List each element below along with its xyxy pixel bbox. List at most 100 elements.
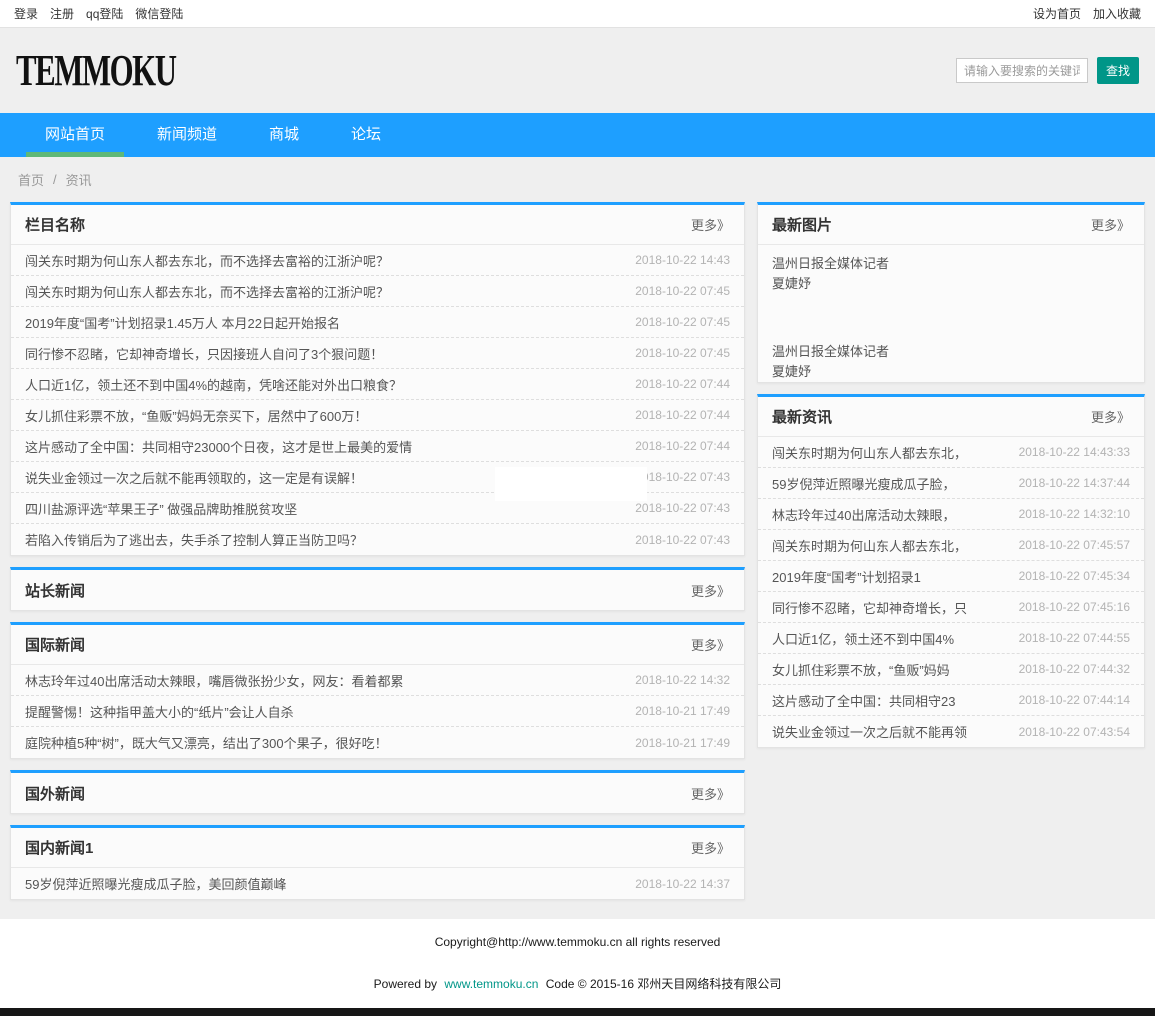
powered-by-line: Powered by www.temmoku.cn Code © 2015-16… <box>0 975 1155 1008</box>
news-date: 2018-10-22 14:43 <box>635 253 730 267</box>
news-datetime: 2018-10-22 07:44:14 <box>1019 693 1130 707</box>
section-header: 国外新闻 更多》 <box>11 773 744 813</box>
news-row: 人口近1亿，领土还不到中国4%的越南，凭啥还能对外出口粮食？ 2018-10-2… <box>11 369 744 400</box>
news-title[interactable]: 说失业金领过一次之后就不能再领 <box>772 722 967 741</box>
news-title[interactable]: 这片感动了全中国：共同相守23000个日夜，这才是世上最美的爱情 <box>25 437 412 456</box>
breadcrumb-home[interactable]: 首页 <box>18 170 44 189</box>
section-card-latest-news: 最新资讯 更多》 闯关东时期为何山东人都去东北， 2018-10-22 14:4… <box>757 394 1145 748</box>
news-datetime: 2018-10-22 07:44:32 <box>1019 662 1130 676</box>
news-title[interactable]: 这片感动了全中国：共同相守23 <box>772 691 955 710</box>
news-title[interactable]: 女儿抓住彩票不放，“鱼贩”妈妈无奈买下，居然中了600万！ <box>25 406 367 425</box>
site-logo[interactable]: TEMMOKU <box>16 45 176 96</box>
section-card-column-name: 栏目名称 更多》 闯关东时期为何山东人都去东北，而不选择去富裕的江浙沪呢？ 20… <box>10 202 745 556</box>
news-row: 人口近1亿，领土还不到中国4% 2018-10-22 07:44:55 <box>758 623 1144 654</box>
news-title[interactable]: 59岁倪萍近照曝光瘦成瓜子脸，美回颜值巅峰 <box>25 874 286 893</box>
powered-by-suffix: Code © 2015-16 邓州天目网络科技有限公司 <box>546 977 782 991</box>
news-row: 同行惨不忍睹，它却神奇增长，只 2018-10-22 07:45:16 <box>758 592 1144 623</box>
bottom-strip <box>0 1008 1155 1016</box>
footer: Copyright@http://www.temmoku.cn all righ… <box>0 919 1155 1016</box>
news-title[interactable]: 若陷入传销后为了逃出去，失手杀了控制人算正当防卫吗？ <box>25 530 363 549</box>
more-link[interactable]: 更多》 <box>691 215 730 234</box>
news-date: 2018-10-22 07:44 <box>635 377 730 391</box>
powered-by-prefix: Powered by <box>374 977 437 991</box>
section-header: 最新图片 更多》 <box>758 205 1144 245</box>
news-title[interactable]: 闯关东时期为何山东人都去东北，而不选择去富裕的江浙沪呢？ <box>25 282 389 301</box>
news-title[interactable]: 同行惨不忍睹，它却神奇增长，只因接班人自问了3个狠问题！ <box>25 344 383 363</box>
breadcrumb-separator: / <box>53 172 57 187</box>
news-title[interactable]: 林志玲年过40出席活动太辣眼，嘴唇微张扮少女，网友：看着都累 <box>25 671 403 690</box>
search-box: 查找 <box>956 57 1139 84</box>
news-row: 庭院种植5种“树”，既大气又漂亮，结出了300个果子，很好吃！ 2018-10-… <box>11 727 744 758</box>
section-title: 最新图片 <box>772 214 832 235</box>
add-favorite-link[interactable]: 加入收藏 <box>1093 5 1141 22</box>
news-title[interactable]: 59岁倪萍近照曝光瘦成瓜子脸， <box>772 474 955 493</box>
news-title[interactable]: 四川盐源评选“苹果王子” 做强品牌助推脱贫攻坚 <box>25 499 297 518</box>
news-date: 2018-10-22 07:44 <box>635 408 730 422</box>
news-title[interactable]: 闯关东时期为何山东人都去东北， <box>772 536 967 555</box>
news-row: 59岁倪萍近照曝光瘦成瓜子脸， 2018-10-22 14:37:44 <box>758 468 1144 499</box>
section-title: 国内新闻1 <box>25 837 93 858</box>
section-header: 国际新闻 更多》 <box>11 625 744 665</box>
section-card-international-news: 国际新闻 更多》 林志玲年过40出席活动太辣眼，嘴唇微张扮少女，网友：看着都累 … <box>10 622 745 759</box>
news-row: 林志玲年过40出席活动太辣眼， 2018-10-22 14:32:10 <box>758 499 1144 530</box>
login-link[interactable]: 登录 <box>14 5 38 22</box>
main-content: 栏目名称 更多》 闯关东时期为何山东人都去东北，而不选择去富裕的江浙沪呢？ 20… <box>0 198 1155 911</box>
more-link[interactable]: 更多》 <box>1091 215 1130 234</box>
section-header: 栏目名称 更多》 <box>11 205 744 245</box>
register-link[interactable]: 注册 <box>50 5 74 22</box>
news-title[interactable]: 闯关东时期为何山东人都去东北，而不选择去富裕的江浙沪呢？ <box>25 251 389 270</box>
image-caption-line1: 温州日报全媒体记者 <box>772 342 1130 362</box>
news-date: 2018-10-22 14:32 <box>635 673 730 687</box>
more-link[interactable]: 更多》 <box>691 838 730 857</box>
news-title[interactable]: 林志玲年过40出席活动太辣眼， <box>772 505 955 524</box>
image-caption-line2: 夏婕妤 <box>772 274 1130 294</box>
set-homepage-link[interactable]: 设为首页 <box>1033 5 1081 22</box>
section-card-foreign-news: 国外新闻 更多》 <box>10 770 745 814</box>
more-link[interactable]: 更多》 <box>691 635 730 654</box>
news-title[interactable]: 说失业金领过一次之后就不能再领取的，这一定是有误解！ <box>25 468 363 487</box>
image-list-item[interactable]: 温州日报全媒体记者 夏婕妤 <box>758 333 1144 382</box>
news-date: 2018-10-21 17:49 <box>635 736 730 750</box>
news-title[interactable]: 人口近1亿，领土还不到中国4%的越南，凭啥还能对外出口粮食？ <box>25 375 402 394</box>
section-title: 最新资讯 <box>772 406 832 427</box>
news-title[interactable]: 女儿抓住彩票不放，“鱼贩”妈妈 <box>772 660 950 679</box>
qq-login-link[interactable]: qq登陆 <box>86 5 123 22</box>
nav-item-news-channel[interactable]: 新闻频道 <box>138 113 236 157</box>
more-link[interactable]: 更多》 <box>1091 407 1130 426</box>
image-list-item[interactable]: 温州日报全媒体记者 夏婕妤 <box>758 245 1144 333</box>
news-title[interactable]: 2019年度“国考”计划招录1 <box>772 567 921 586</box>
powered-by-link[interactable]: www.temmoku.cn <box>444 977 538 991</box>
news-datetime: 2018-10-22 07:45:34 <box>1019 569 1130 583</box>
news-title[interactable]: 2019年度“国考”计划招录1.45万人 本月22日起开始报名 <box>25 313 340 332</box>
search-button[interactable]: 查找 <box>1097 57 1139 84</box>
topbar: 登录 注册 qq登陆 微信登陆 设为首页 加入收藏 <box>0 0 1155 28</box>
site-header: TEMMOKU 查找 <box>0 28 1155 113</box>
more-link[interactable]: 更多》 <box>691 784 730 803</box>
news-title[interactable]: 闯关东时期为何山东人都去东北， <box>772 443 967 462</box>
section-header: 站长新闻 更多》 <box>11 570 744 610</box>
news-title[interactable]: 庭院种植5种“树”，既大气又漂亮，结出了300个果子，很好吃！ <box>25 733 388 752</box>
nav-item-forum[interactable]: 论坛 <box>332 113 400 157</box>
news-title[interactable]: 人口近1亿，领土还不到中国4% <box>772 629 954 648</box>
news-row: 说失业金领过一次之后就不能再领 2018-10-22 07:43:54 <box>758 716 1144 747</box>
news-row: 59岁倪萍近照曝光瘦成瓜子脸，美回颜值巅峰 2018-10-22 14:37 <box>11 868 744 899</box>
section-title: 国际新闻 <box>25 634 85 655</box>
nav-item-mall[interactable]: 商城 <box>250 113 318 157</box>
news-datetime: 2018-10-22 14:43:33 <box>1019 445 1130 459</box>
section-title: 栏目名称 <box>25 214 85 235</box>
news-row: 2019年度“国考”计划招录1.45万人 本月22日起开始报名 2018-10-… <box>11 307 744 338</box>
news-title[interactable]: 提醒警惕！这种指甲盖大小的“纸片”会让人自杀 <box>25 702 294 721</box>
news-title[interactable]: 同行惨不忍睹，它却神奇增长，只 <box>772 598 967 617</box>
news-date: 2018-10-22 07:45 <box>635 346 730 360</box>
nav-item-home[interactable]: 网站首页 <box>26 113 124 157</box>
wechat-login-link[interactable]: 微信登陆 <box>135 5 183 22</box>
search-input[interactable] <box>956 58 1088 83</box>
news-row: 闯关东时期为何山东人都去东北， 2018-10-22 07:45:57 <box>758 530 1144 561</box>
news-date: 2018-10-22 07:44 <box>635 439 730 453</box>
section-card-latest-images: 最新图片 更多》 温州日报全媒体记者 夏婕妤 温州日报全媒体记者 夏婕妤 <box>757 202 1145 383</box>
news-datetime: 2018-10-22 07:45:16 <box>1019 600 1130 614</box>
more-link[interactable]: 更多》 <box>691 581 730 600</box>
news-date: 2018-10-21 17:49 <box>635 704 730 718</box>
news-row: 女儿抓住彩票不放，“鱼贩”妈妈无奈买下，居然中了600万！ 2018-10-22… <box>11 400 744 431</box>
news-row: 闯关东时期为何山东人都去东北，而不选择去富裕的江浙沪呢？ 2018-10-22 … <box>11 276 744 307</box>
